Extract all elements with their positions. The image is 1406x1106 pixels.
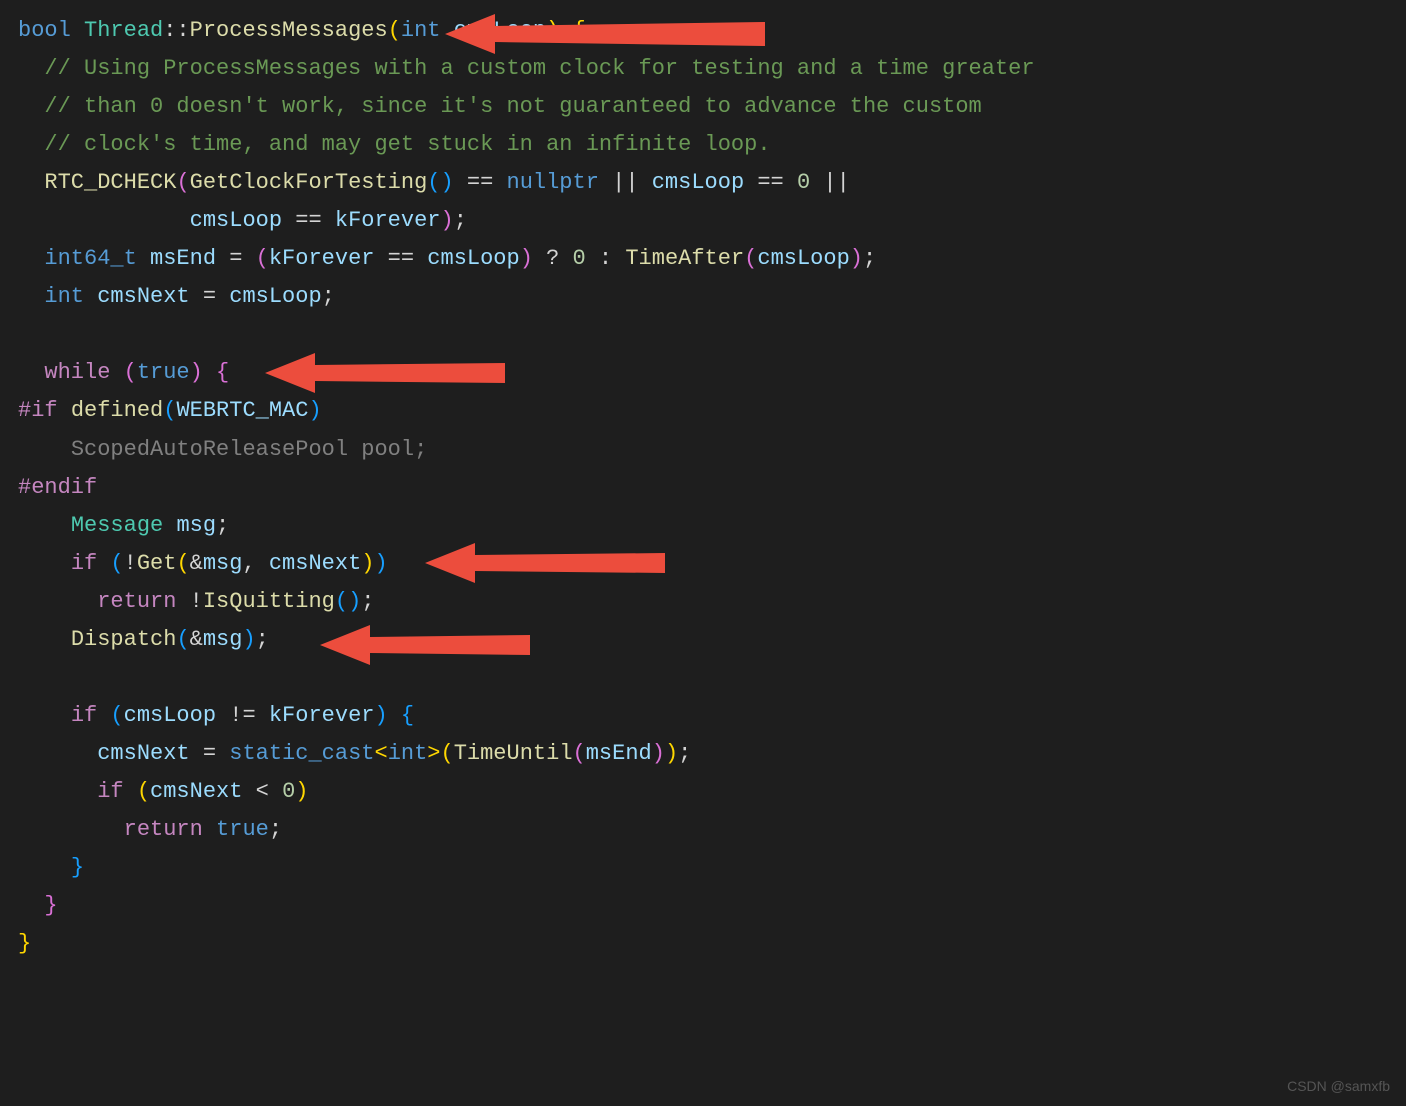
- code-line-preproc: #if defined(WEBRTC_MAC): [18, 392, 1406, 430]
- annotation-arrow-3: [425, 538, 665, 588]
- code-line: return !IsQuitting();: [18, 583, 1406, 621]
- code-line: while (true) {: [18, 354, 1406, 392]
- code-line: Dispatch(&msg);: [18, 621, 1406, 659]
- token-keyword: bool: [18, 18, 71, 43]
- annotation-arrow-1: [445, 9, 765, 64]
- annotation-arrow-4: [320, 620, 530, 670]
- code-line: cmsNext = static_cast<int>(TimeUntil(msE…: [18, 735, 1406, 773]
- code-line: cmsLoop == kForever);: [18, 202, 1406, 240]
- code-line-empty: [18, 316, 1406, 354]
- code-line: return true;: [18, 811, 1406, 849]
- code-line: // than 0 doesn't work, since it's not g…: [18, 88, 1406, 126]
- token-function: ProcessMessages: [190, 18, 388, 43]
- code-line: }: [18, 849, 1406, 887]
- code-line: ScopedAutoReleasePool pool;: [18, 431, 1406, 469]
- code-line: Message msg;: [18, 507, 1406, 545]
- code-editor[interactable]: bool Thread::ProcessMessages(int cmsLoop…: [0, 0, 1406, 963]
- code-line: int64_t msEnd = (kForever == cmsLoop) ? …: [18, 240, 1406, 278]
- annotation-arrow-2: [265, 348, 505, 398]
- code-line-preproc: #endif: [18, 469, 1406, 507]
- code-line: }: [18, 925, 1406, 963]
- code-line: if (cmsLoop != kForever) {: [18, 697, 1406, 735]
- code-line: if (!Get(&msg, cmsNext)): [18, 545, 1406, 583]
- token-class: Thread: [84, 18, 163, 43]
- code-line: }: [18, 887, 1406, 925]
- watermark-text: CSDN @samxfb: [1287, 1074, 1390, 1098]
- code-line-empty: [18, 659, 1406, 697]
- code-line: int cmsNext = cmsLoop;: [18, 278, 1406, 316]
- code-line: // clock's time, and may get stuck in an…: [18, 126, 1406, 164]
- code-line: if (cmsNext < 0): [18, 773, 1406, 811]
- code-line: RTC_DCHECK(GetClockForTesting() == nullp…: [18, 164, 1406, 202]
